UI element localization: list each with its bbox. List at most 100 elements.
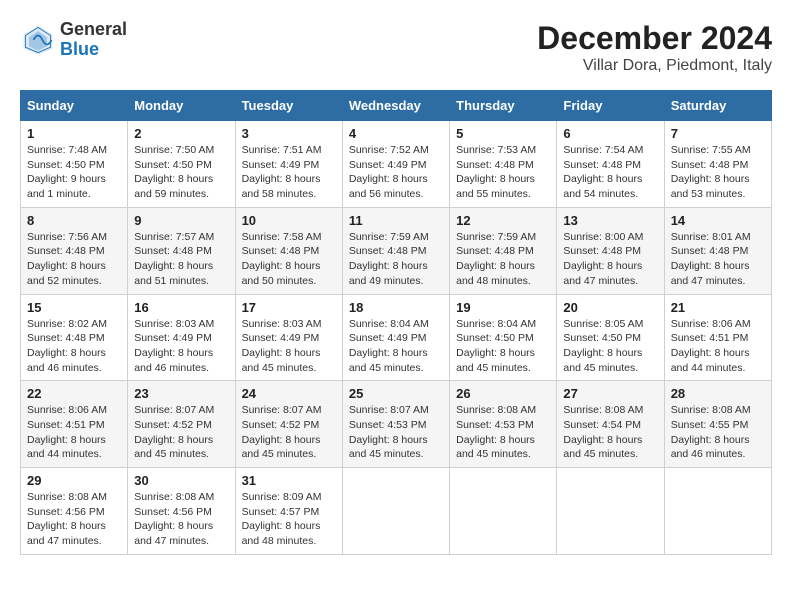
day-number: 5 xyxy=(456,126,550,141)
day-info: Sunrise: 8:08 AMSunset: 4:54 PMDaylight:… xyxy=(563,403,657,462)
calendar-cell: 3 Sunrise: 7:51 AMSunset: 4:49 PMDayligh… xyxy=(235,121,342,208)
day-number: 2 xyxy=(134,126,228,141)
day-number: 31 xyxy=(242,473,336,488)
calendar-cell: 15 Sunrise: 8:02 AMSunset: 4:48 PMDaylig… xyxy=(21,294,128,381)
calendar-week-3: 15 Sunrise: 8:02 AMSunset: 4:48 PMDaylig… xyxy=(21,294,772,381)
calendar-week-5: 29 Sunrise: 8:08 AMSunset: 4:56 PMDaylig… xyxy=(21,468,772,555)
day-number: 19 xyxy=(456,300,550,315)
day-info: Sunrise: 8:03 AMSunset: 4:49 PMDaylight:… xyxy=(134,317,228,376)
day-info: Sunrise: 8:08 AMSunset: 4:55 PMDaylight:… xyxy=(671,403,765,462)
day-number: 12 xyxy=(456,213,550,228)
day-info: Sunrise: 7:54 AMSunset: 4:48 PMDaylight:… xyxy=(563,143,657,202)
day-number: 1 xyxy=(27,126,121,141)
day-number: 30 xyxy=(134,473,228,488)
calendar-cell: 4 Sunrise: 7:52 AMSunset: 4:49 PMDayligh… xyxy=(342,121,449,208)
day-number: 3 xyxy=(242,126,336,141)
calendar-cell: 24 Sunrise: 8:07 AMSunset: 4:52 PMDaylig… xyxy=(235,381,342,468)
calendar-cell: 31 Sunrise: 8:09 AMSunset: 4:57 PMDaylig… xyxy=(235,468,342,555)
calendar-cell: 11 Sunrise: 7:59 AMSunset: 4:48 PMDaylig… xyxy=(342,207,449,294)
day-number: 4 xyxy=(349,126,443,141)
day-info: Sunrise: 8:05 AMSunset: 4:50 PMDaylight:… xyxy=(563,317,657,376)
column-header-saturday: Saturday xyxy=(664,91,771,121)
column-header-monday: Monday xyxy=(128,91,235,121)
day-info: Sunrise: 7:55 AMSunset: 4:48 PMDaylight:… xyxy=(671,143,765,202)
calendar-cell: 5 Sunrise: 7:53 AMSunset: 4:48 PMDayligh… xyxy=(450,121,557,208)
day-info: Sunrise: 8:07 AMSunset: 4:52 PMDaylight:… xyxy=(242,403,336,462)
calendar-cell: 27 Sunrise: 8:08 AMSunset: 4:54 PMDaylig… xyxy=(557,381,664,468)
calendar-cell: 16 Sunrise: 8:03 AMSunset: 4:49 PMDaylig… xyxy=(128,294,235,381)
calendar-cell: 12 Sunrise: 7:59 AMSunset: 4:48 PMDaylig… xyxy=(450,207,557,294)
calendar-cell: 10 Sunrise: 7:58 AMSunset: 4:48 PMDaylig… xyxy=(235,207,342,294)
calendar-cell: 2 Sunrise: 7:50 AMSunset: 4:50 PMDayligh… xyxy=(128,121,235,208)
day-info: Sunrise: 8:07 AMSunset: 4:53 PMDaylight:… xyxy=(349,403,443,462)
day-number: 15 xyxy=(27,300,121,315)
calendar-cell: 6 Sunrise: 7:54 AMSunset: 4:48 PMDayligh… xyxy=(557,121,664,208)
calendar-cell: 1 Sunrise: 7:48 AMSunset: 4:50 PMDayligh… xyxy=(21,121,128,208)
day-info: Sunrise: 7:50 AMSunset: 4:50 PMDaylight:… xyxy=(134,143,228,202)
day-number: 21 xyxy=(671,300,765,315)
day-number: 26 xyxy=(456,386,550,401)
day-info: Sunrise: 8:08 AMSunset: 4:53 PMDaylight:… xyxy=(456,403,550,462)
calendar-cell xyxy=(557,468,664,555)
day-info: Sunrise: 8:04 AMSunset: 4:49 PMDaylight:… xyxy=(349,317,443,376)
day-info: Sunrise: 8:01 AMSunset: 4:48 PMDaylight:… xyxy=(671,230,765,289)
calendar-cell: 29 Sunrise: 8:08 AMSunset: 4:56 PMDaylig… xyxy=(21,468,128,555)
day-number: 24 xyxy=(242,386,336,401)
day-info: Sunrise: 8:02 AMSunset: 4:48 PMDaylight:… xyxy=(27,317,121,376)
calendar-cell: 30 Sunrise: 8:08 AMSunset: 4:56 PMDaylig… xyxy=(128,468,235,555)
calendar-cell: 8 Sunrise: 7:56 AMSunset: 4:48 PMDayligh… xyxy=(21,207,128,294)
calendar-cell xyxy=(450,468,557,555)
column-header-thursday: Thursday xyxy=(450,91,557,121)
day-info: Sunrise: 7:58 AMSunset: 4:48 PMDaylight:… xyxy=(242,230,336,289)
day-number: 27 xyxy=(563,386,657,401)
day-info: Sunrise: 8:04 AMSunset: 4:50 PMDaylight:… xyxy=(456,317,550,376)
day-info: Sunrise: 8:08 AMSunset: 4:56 PMDaylight:… xyxy=(134,490,228,549)
day-info: Sunrise: 7:48 AMSunset: 4:50 PMDaylight:… xyxy=(27,143,121,202)
day-info: Sunrise: 8:06 AMSunset: 4:51 PMDaylight:… xyxy=(671,317,765,376)
day-number: 17 xyxy=(242,300,336,315)
calendar-week-1: 1 Sunrise: 7:48 AMSunset: 4:50 PMDayligh… xyxy=(21,121,772,208)
calendar-cell: 14 Sunrise: 8:01 AMSunset: 4:48 PMDaylig… xyxy=(664,207,771,294)
logo-icon xyxy=(20,22,56,58)
day-number: 7 xyxy=(671,126,765,141)
day-info: Sunrise: 7:59 AMSunset: 4:48 PMDaylight:… xyxy=(349,230,443,289)
calendar-week-4: 22 Sunrise: 8:06 AMSunset: 4:51 PMDaylig… xyxy=(21,381,772,468)
day-info: Sunrise: 8:00 AMSunset: 4:48 PMDaylight:… xyxy=(563,230,657,289)
day-number: 16 xyxy=(134,300,228,315)
day-number: 13 xyxy=(563,213,657,228)
column-header-tuesday: Tuesday xyxy=(235,91,342,121)
day-number: 23 xyxy=(134,386,228,401)
column-header-friday: Friday xyxy=(557,91,664,121)
day-number: 14 xyxy=(671,213,765,228)
calendar-cell: 23 Sunrise: 8:07 AMSunset: 4:52 PMDaylig… xyxy=(128,381,235,468)
day-info: Sunrise: 7:52 AMSunset: 4:49 PMDaylight:… xyxy=(349,143,443,202)
calendar-cell: 28 Sunrise: 8:08 AMSunset: 4:55 PMDaylig… xyxy=(664,381,771,468)
calendar-cell xyxy=(342,468,449,555)
calendar-cell: 22 Sunrise: 8:06 AMSunset: 4:51 PMDaylig… xyxy=(21,381,128,468)
logo-text: General Blue xyxy=(60,20,127,60)
day-number: 29 xyxy=(27,473,121,488)
day-number: 22 xyxy=(27,386,121,401)
calendar-cell: 17 Sunrise: 8:03 AMSunset: 4:49 PMDaylig… xyxy=(235,294,342,381)
calendar-cell: 9 Sunrise: 7:57 AMSunset: 4:48 PMDayligh… xyxy=(128,207,235,294)
day-number: 6 xyxy=(563,126,657,141)
day-number: 28 xyxy=(671,386,765,401)
day-info: Sunrise: 8:07 AMSunset: 4:52 PMDaylight:… xyxy=(134,403,228,462)
day-number: 25 xyxy=(349,386,443,401)
calendar-cell: 25 Sunrise: 8:07 AMSunset: 4:53 PMDaylig… xyxy=(342,381,449,468)
day-info: Sunrise: 8:03 AMSunset: 4:49 PMDaylight:… xyxy=(242,317,336,376)
day-info: Sunrise: 7:56 AMSunset: 4:48 PMDaylight:… xyxy=(27,230,121,289)
column-header-sunday: Sunday xyxy=(21,91,128,121)
calendar-cell xyxy=(664,468,771,555)
location-subtitle: Villar Dora, Piedmont, Italy xyxy=(537,57,772,75)
calendar-cell: 26 Sunrise: 8:08 AMSunset: 4:53 PMDaylig… xyxy=(450,381,557,468)
day-info: Sunrise: 8:08 AMSunset: 4:56 PMDaylight:… xyxy=(27,490,121,549)
day-number: 9 xyxy=(134,213,228,228)
calendar-cell: 18 Sunrise: 8:04 AMSunset: 4:49 PMDaylig… xyxy=(342,294,449,381)
calendar-cell: 19 Sunrise: 8:04 AMSunset: 4:50 PMDaylig… xyxy=(450,294,557,381)
day-info: Sunrise: 7:51 AMSunset: 4:49 PMDaylight:… xyxy=(242,143,336,202)
calendar-cell: 21 Sunrise: 8:06 AMSunset: 4:51 PMDaylig… xyxy=(664,294,771,381)
day-info: Sunrise: 8:09 AMSunset: 4:57 PMDaylight:… xyxy=(242,490,336,549)
calendar-cell: 13 Sunrise: 8:00 AMSunset: 4:48 PMDaylig… xyxy=(557,207,664,294)
day-number: 8 xyxy=(27,213,121,228)
